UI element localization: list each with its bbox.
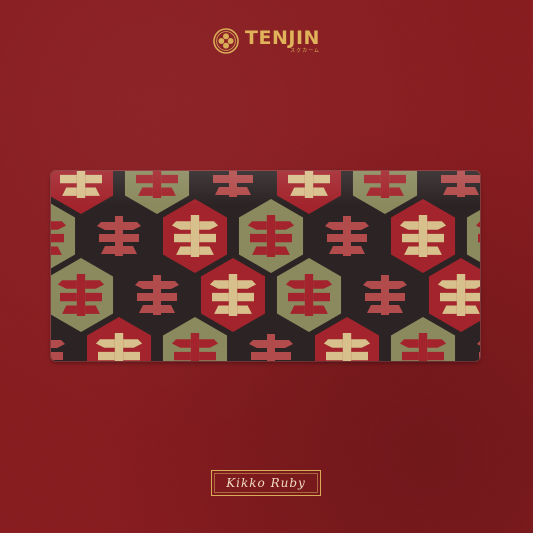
kikko-cell [249,334,293,361]
kikko-motif [171,215,219,257]
kikko-cell [162,199,228,273]
kikko-cell [390,317,456,361]
kikko-cell [124,171,190,214]
kikko-cell [441,171,480,197]
kikko-motif [325,216,369,256]
kikko-cell [51,203,76,269]
kikko-pattern [51,171,480,361]
kikko-cell [135,275,179,315]
tenjin-flower-crest-icon [213,28,239,54]
kikko-motif [97,216,141,256]
kikko-cell [97,216,141,256]
kikko-cell [51,340,65,360]
kikko-cell [51,258,114,332]
kikko-motif [213,171,253,197]
kikko-cell [200,258,266,332]
kikko-cell [213,171,253,197]
kikko-motif [249,334,293,361]
kikko-cell [477,341,480,360]
kikko-cell [238,199,304,273]
kikko-motif [399,215,447,257]
kikko-motif [363,275,407,315]
product-name-badge: Kikko Ruby [211,470,321,496]
kikko-cell [428,258,480,332]
kikko-cell [363,275,407,315]
brand-wordmark: TENJIN スクカーム [245,26,320,54]
kikko-cell [51,171,114,214]
kikko-cell [86,317,152,361]
kikko-cell [325,216,369,256]
kikko-motif [477,341,480,360]
kikko-cell [466,209,480,263]
kikko-motif [51,340,65,360]
brand-subtitle: スクカーム [290,47,320,54]
brand-name: TENJIN [245,26,320,49]
kikko-cell [162,317,228,361]
kikko-cell [276,258,342,332]
brand-header: TENJIN スクカーム [0,28,533,54]
kikko-motif [441,171,480,197]
kikko-cell [276,171,342,214]
kikko-cell [390,199,456,273]
kikko-motif [135,275,179,315]
product-name: Kikko Ruby [226,476,306,490]
kikko-cell [352,171,418,214]
kikko-cell [314,317,380,361]
kikko-motif [247,215,295,257]
desk-mat-kikko-pattern [51,171,480,361]
